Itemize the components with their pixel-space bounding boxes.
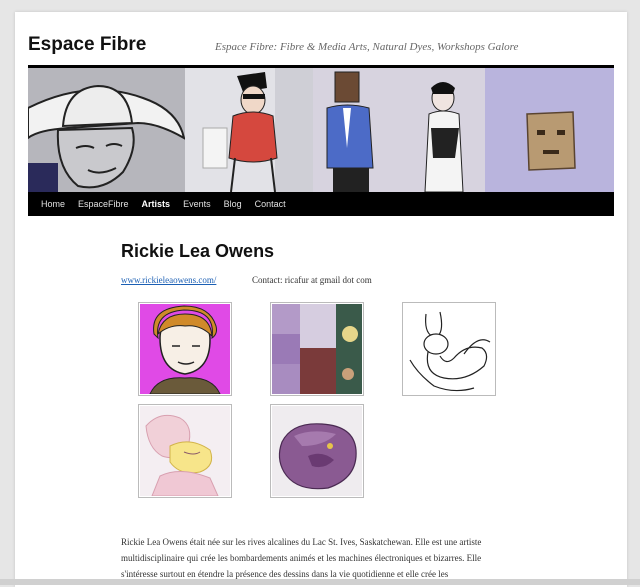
window-bottom-edge (0, 579, 640, 585)
gallery-thumb-curly-portrait[interactable] (138, 302, 232, 396)
banner-panel-men-and-woman (313, 68, 485, 192)
header-banner-image (28, 68, 614, 192)
curly-hair-portrait-image (140, 304, 230, 394)
artist-bio: Rickie Lea Owens était née sur les rives… (121, 537, 482, 579)
nav-item-artists[interactable]: Artists (142, 192, 171, 216)
nav-item-home[interactable]: Home (41, 192, 65, 216)
woman-in-red-illustration (185, 68, 313, 192)
installation-collage-image (272, 304, 362, 394)
bagman-and-woman-illustration (313, 68, 485, 192)
nav-item-events[interactable]: Events (183, 192, 211, 216)
page: Espace Fibre Espace Fibre: Fibre & Media… (15, 12, 627, 587)
nav-item-blog[interactable]: Blog (224, 192, 242, 216)
banner-panel-woman-red (185, 68, 313, 192)
site-tagline: Espace Fibre: Fibre & Media Arts, Natura… (215, 41, 519, 53)
artist-website-link[interactable]: www.rickieleaowens.com/ (121, 275, 216, 285)
gallery-thumb-pastel-figures[interactable] (138, 404, 232, 498)
rabbit-line-drawing-image (404, 304, 494, 394)
gallery-thumb-installation-collage[interactable] (270, 302, 364, 396)
main-navigation: Home EspaceFibre Artists Events Blog Con… (28, 192, 614, 216)
site-title[interactable]: Espace Fibre (28, 34, 146, 56)
nav-item-espacefibre[interactable]: EspaceFibre (78, 192, 129, 216)
cowboy-illustration (28, 68, 185, 192)
banner-panel-cowboy (28, 68, 185, 192)
gallery-thumb-purple-object[interactable] (270, 404, 364, 498)
nav-item-contact[interactable]: Contact (255, 192, 286, 216)
artist-contact: Contact: ricafur at gmail dot com (252, 275, 372, 285)
banner-panel-paper-bag (485, 68, 614, 192)
entry-title: Rickie Lea Owens (121, 241, 275, 261)
pastel-figures-image (140, 406, 230, 496)
purple-crumpled-object-image (272, 406, 362, 496)
gallery-thumb-rabbit-drawing[interactable] (402, 302, 496, 396)
paper-bag-mask-illustration (485, 68, 614, 192)
